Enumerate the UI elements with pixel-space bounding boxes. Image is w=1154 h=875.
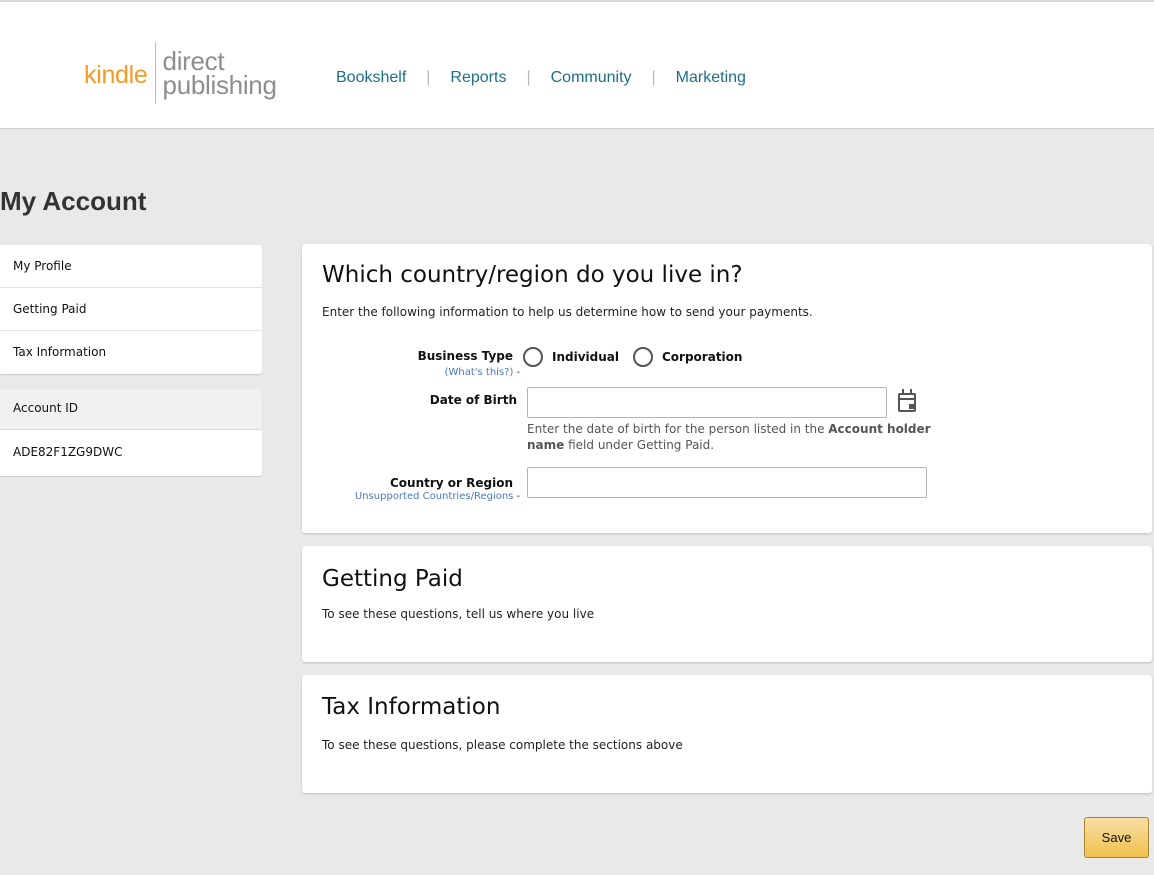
nav-separator: |: [526, 69, 531, 86]
country-input[interactable]: [527, 467, 927, 498]
date-of-birth-hint: Enter the date of birth for the person l…: [527, 421, 937, 453]
logo-divider: [154, 42, 156, 104]
radio-individual-label[interactable]: Individual: [552, 350, 619, 364]
dob-hint-text-end: field under Getting Paid.: [564, 438, 715, 452]
dob-hint-text: Enter the date of birth for the person l…: [527, 422, 829, 436]
logo-direct-publishing-text: direct publishing: [162, 48, 277, 100]
radio-corporation-label[interactable]: Corporation: [662, 350, 742, 364]
save-button[interactable]: Save: [1084, 817, 1149, 858]
radio-individual[interactable]: [523, 347, 543, 367]
kdp-logo[interactable]: kindle direct publishing: [84, 42, 277, 106]
sidebar-item-tax-information[interactable]: Tax Information: [0, 331, 262, 374]
nav-reports[interactable]: Reports: [450, 69, 506, 87]
date-of-birth-input[interactable]: [527, 387, 887, 418]
nav-bookshelf[interactable]: Bookshelf: [336, 69, 406, 87]
help-expand-icon: -: [516, 367, 520, 378]
getting-paid-title: Getting Paid: [322, 566, 463, 592]
logo-publishing: publishing: [162, 70, 277, 100]
account-id-card: Account ID ADE82F1ZG9DWC: [0, 389, 262, 476]
account-id-label: Account ID: [0, 389, 262, 430]
unsupported-countries[interactable]: Unsupported Countries/Regions -: [355, 491, 520, 502]
account-id-value: ADE82F1ZG9DWC: [13, 445, 123, 459]
sidebar-item-my-profile[interactable]: My Profile: [0, 245, 262, 288]
nav-marketing[interactable]: Marketing: [676, 69, 746, 87]
tax-information-text: To see these questions, please complete …: [322, 738, 683, 752]
business-type-label: Business Type: [417, 349, 513, 363]
account-sidebar-menu: My Profile Getting Paid Tax Information: [0, 245, 262, 374]
sidebar-item-getting-paid[interactable]: Getting Paid: [0, 288, 262, 331]
country-label: Country or Region: [390, 476, 513, 490]
page-title: My Account: [0, 186, 147, 216]
business-type-help[interactable]: (What's this?) -: [445, 367, 520, 378]
nav-separator: |: [426, 69, 431, 86]
nav-community[interactable]: Community: [551, 69, 632, 87]
tax-information-section: Tax Information To see these questions, …: [302, 675, 1152, 793]
date-of-birth-label: Date of Birth: [429, 393, 517, 407]
site-header: kindle direct publishing Bookshelf | Rep…: [0, 0, 1154, 129]
calendar-icon[interactable]: [898, 389, 916, 412]
residence-subtitle: Enter the following information to help …: [322, 305, 813, 319]
unsupported-countries-link[interactable]: Unsupported Countries/Regions: [355, 491, 514, 502]
residence-title: Which country/region do you live in?: [322, 262, 743, 288]
business-type-help-link[interactable]: (What's this?): [445, 367, 514, 378]
getting-paid-text: To see these questions, tell us where yo…: [322, 607, 595, 621]
logo-kindle-text: kindle: [84, 61, 148, 89]
business-type-radio-group: Individual Corporation: [523, 347, 756, 367]
help-expand-icon: -: [516, 491, 520, 502]
getting-paid-section: Getting Paid To see these questions, tel…: [302, 546, 1152, 662]
residence-section: Which country/region do you live in? Ent…: [302, 244, 1152, 533]
tax-information-title: Tax Information: [322, 694, 501, 720]
radio-corporation[interactable]: [633, 347, 653, 367]
nav-separator: |: [651, 69, 656, 86]
main-nav: Bookshelf | Reports | Community | Market…: [336, 69, 746, 87]
